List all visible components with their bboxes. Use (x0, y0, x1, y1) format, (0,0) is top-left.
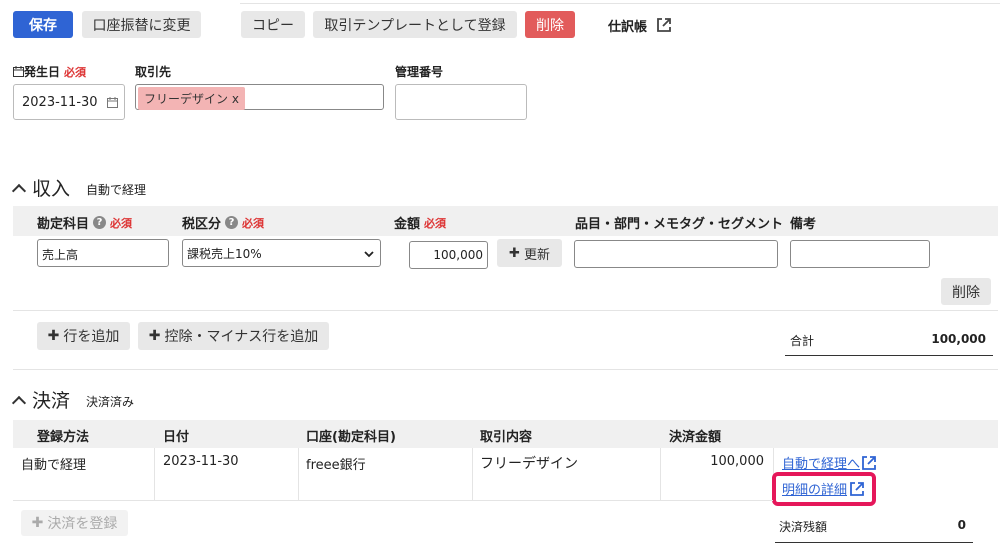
income-section-toggle[interactable]: 収入 自動で経理 (10, 174, 146, 201)
col-method: 登録方法 (37, 430, 90, 445)
auto-accounting-link[interactable]: 自動で経理へ (782, 453, 876, 472)
col-date: 日付 (163, 430, 190, 445)
col-account: 口座(勘定科目) (306, 430, 396, 445)
settlement-title: 決済 (32, 390, 71, 412)
help-icon[interactable]: ? (225, 216, 239, 229)
journal-link[interactable]: 仕訳帳 (608, 15, 671, 35)
calendar-icon (13, 66, 24, 77)
settlement-section-toggle[interactable]: 決済 決済済み (10, 386, 134, 413)
balance-underline (775, 542, 973, 543)
register-settlement-button[interactable]: ✚ 決済を登録 (21, 510, 128, 536)
save-button[interactable]: 保存 (13, 11, 73, 38)
row-method: 自動で経理 (21, 458, 87, 473)
row-amount: 100,000 (710, 454, 764, 469)
copy-button[interactable]: コピー (241, 11, 305, 38)
col-items: 品目・部門・メモタグ・セグメント (575, 217, 784, 232)
journal-link-label: 仕訳帳 (608, 19, 648, 35)
date-input[interactable]: 2023-11-30 (13, 84, 125, 120)
col-settle-amount: 決済金額 (669, 430, 722, 445)
income-title: 収入 (32, 178, 71, 200)
cell-border (472, 448, 473, 500)
help-icon[interactable]: ? (93, 216, 107, 229)
note-input[interactable] (790, 240, 930, 268)
transfer-button[interactable]: 口座振替に変更 (82, 11, 201, 38)
total-underline (785, 355, 993, 356)
management-number-label: 管理番号 (395, 65, 444, 79)
row-content: フリーデザイン (480, 456, 578, 472)
total-label: 合計 (790, 334, 815, 348)
partner-input[interactable]: フリーデザイン x (135, 84, 384, 110)
total-value: 100,000 (931, 332, 986, 346)
add-deduction-button[interactable]: ✚ 控除・マイナス行を追加 (138, 322, 329, 350)
external-link-icon (862, 455, 876, 470)
col-content: 取引内容 (480, 430, 533, 445)
cell-border (298, 448, 299, 500)
partner-tag[interactable]: フリーデザイン x (138, 87, 245, 110)
save-template-button[interactable]: 取引テンプレートとして登録 (313, 11, 517, 38)
balance-label: 決済残額 (779, 520, 828, 534)
chevron-up-icon (11, 183, 27, 198)
top-divider (240, 3, 1000, 4)
chevron-up-icon (11, 395, 27, 410)
plus-icon: ✚ (47, 328, 60, 344)
tax-select[interactable]: 課税売上10% (182, 239, 381, 267)
row-account: freee銀行 (306, 458, 366, 473)
plus-icon: ✚ (148, 328, 161, 344)
income-divider (13, 310, 998, 311)
settlement-status: 決済済み (86, 395, 135, 409)
partner-label: 取引先 (135, 65, 172, 79)
balance-value: 0 (957, 518, 966, 532)
date-label: 発生日 必須 (13, 63, 86, 80)
col-amount: 金額 必須 (394, 216, 447, 233)
plus-icon: ✚ (31, 515, 44, 531)
cell-border (154, 448, 155, 500)
col-note: 備考 (790, 217, 817, 232)
delete-button[interactable]: 削除 (525, 11, 575, 38)
row-delete-button[interactable]: 削除 (941, 278, 991, 305)
section-divider (13, 369, 998, 370)
row-date: 2023-11-30 (163, 454, 239, 469)
update-button[interactable]: ✚ 更新 (497, 239, 562, 267)
amount-input[interactable]: 100,000 (409, 241, 488, 269)
detail-link[interactable]: 明細の詳細 (782, 479, 864, 498)
account-input[interactable]: 売上高 (37, 239, 169, 267)
required-badge: 必須 (64, 65, 87, 79)
calendar-picker-icon[interactable] (107, 97, 118, 108)
income-status: 自動で経理 (86, 183, 147, 197)
settlement-divider (13, 500, 773, 501)
items-input[interactable] (574, 240, 778, 268)
add-row-button[interactable]: ✚ 行を追加 (37, 322, 130, 350)
income-table-header (13, 206, 998, 236)
plus-icon: ✚ (509, 245, 520, 261)
external-link-icon (850, 481, 864, 496)
external-link-icon (657, 18, 671, 32)
chevron-down-icon (364, 251, 374, 258)
col-account: 勘定科目? 必須 (37, 216, 133, 232)
col-tax: 税区分? 必須 (182, 216, 265, 232)
cell-border (660, 448, 661, 500)
management-number-input[interactable] (395, 84, 527, 120)
